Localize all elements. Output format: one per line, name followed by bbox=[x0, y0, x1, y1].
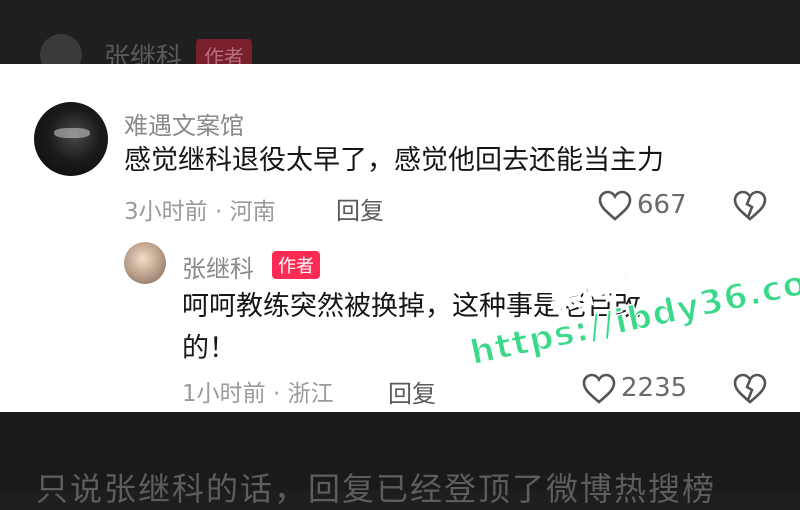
like-count: 667 bbox=[637, 190, 687, 220]
heart-icon[interactable] bbox=[598, 190, 632, 222]
comment-meta: 3小时前 · 河南 bbox=[124, 199, 276, 225]
reply-meta: 1小时前 · 浙江 bbox=[182, 381, 334, 407]
comment-text: 感觉继科退役太早了，感觉他回去还能当主力 bbox=[124, 145, 664, 176]
reply-username[interactable]: 张继科 bbox=[182, 249, 254, 284]
dislike-heart-icon[interactable] bbox=[733, 190, 767, 222]
avatar[interactable] bbox=[34, 102, 108, 176]
reply-text-line1: 呵呵教练突然被换掉，这种事是老巨改 bbox=[182, 291, 641, 322]
previous-comment-area: 张继科 作者 bbox=[0, 0, 800, 76]
background-caption-area: 只说张继科的话，回复已经登顶了微博热搜榜 bbox=[0, 412, 800, 508]
reply-button[interactable]: 回复 bbox=[336, 191, 384, 226]
comment-panel: 难遇文案馆 感觉继科退役太早了，感觉他回去还能当主力 3小时前 · 河南 回复 … bbox=[0, 64, 800, 412]
reply-button[interactable]: 回复 bbox=[388, 374, 436, 409]
author-badge: 作者 bbox=[272, 251, 320, 279]
like-count: 2235 bbox=[621, 373, 688, 403]
reply-text-line2: 的！ bbox=[182, 333, 236, 364]
heart-icon[interactable] bbox=[582, 373, 616, 405]
dislike-heart-icon[interactable] bbox=[733, 373, 767, 405]
caption-text: 只说张继科的话，回复已经登顶了微博热搜榜 bbox=[36, 470, 717, 508]
comment-username[interactable]: 难遇文案馆 bbox=[124, 106, 244, 141]
avatar[interactable] bbox=[124, 242, 166, 284]
